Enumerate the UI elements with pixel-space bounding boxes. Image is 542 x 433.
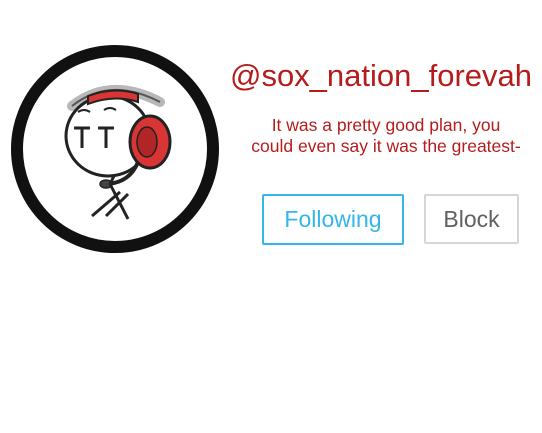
stickman-avatar-icon	[11, 45, 219, 253]
username-handle: @sox_nation_forevah	[229, 58, 533, 93]
profile-bio: It was a pretty good plan, you could eve…	[226, 115, 542, 157]
bio-line-1: It was a pretty good plan, you	[271, 115, 501, 135]
profile-avatar[interactable]	[10, 44, 220, 254]
following-button[interactable]: Following	[262, 194, 404, 245]
block-button[interactable]: Block	[424, 194, 519, 244]
bio-line-2: could even say it was the greatest-	[251, 136, 521, 156]
